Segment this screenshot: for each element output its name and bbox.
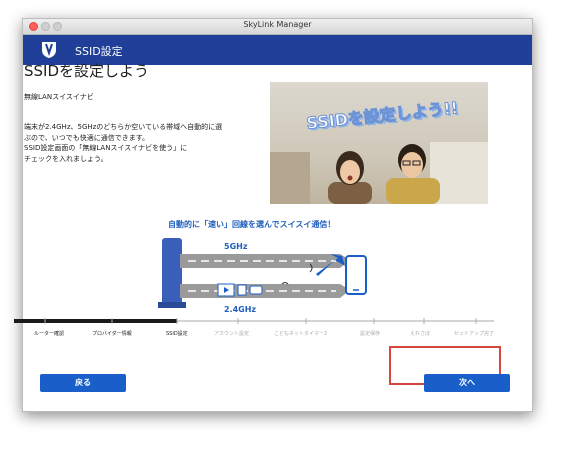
- shield-logo-icon: [42, 42, 56, 58]
- step-router-check: ルーター確認: [34, 331, 65, 337]
- step-kids-net-timer: こどもネットタイマー2: [274, 331, 328, 337]
- window-title: SkyLink Manager: [243, 20, 312, 29]
- step-account-settings: アカウント設定: [214, 331, 250, 337]
- road-24ghz: [180, 284, 350, 298]
- back-button[interactable]: 戻る: [40, 374, 126, 392]
- description-line: 端末が2.4GHz、5GHzのどちらか空いている帯域へ自動的に選: [24, 123, 223, 131]
- person-left: [328, 151, 372, 204]
- road-5ghz: [180, 254, 350, 268]
- promo-photo: SSIDを設定しよう!!: [270, 82, 488, 204]
- step-provider-info: プロバイダー情報: [92, 331, 132, 337]
- header-title: SSID設定: [75, 45, 123, 58]
- progress-bar: [14, 318, 494, 324]
- step-save-settings: 設定保存: [360, 331, 381, 337]
- band-steering-diagram: 5GHz 2.4GHz: [158, 238, 367, 314]
- description-line: チェックを入れましょう。: [24, 154, 108, 163]
- description: 端末が2.4GHz、5GHzのどちらか空いている帯域へ自動的に選 ぶので、いつで…: [24, 122, 269, 164]
- title-bar: SkyLink Manager: [23, 19, 532, 35]
- description-line: ぶので、いつでも快適に通信できます。: [24, 133, 150, 142]
- step-setup-complete: セットアップ完了: [454, 331, 495, 337]
- band-24ghz-label: 2.4GHz: [224, 305, 256, 314]
- next-button[interactable]: 次へ: [424, 374, 510, 392]
- description-line: SSID設定画面の「無線LANスイスイナビを使う」に: [24, 144, 188, 152]
- band-5ghz-label: 5GHz: [224, 242, 248, 251]
- page-heading: SSIDを設定しよう: [24, 62, 150, 80]
- step-ssid-settings: SSID設定: [166, 331, 188, 337]
- step-eresabo: えれさぼ: [410, 331, 431, 337]
- smartphone-icon: [345, 255, 367, 295]
- feature-name: 無線LANスイスイナビ: [24, 93, 94, 101]
